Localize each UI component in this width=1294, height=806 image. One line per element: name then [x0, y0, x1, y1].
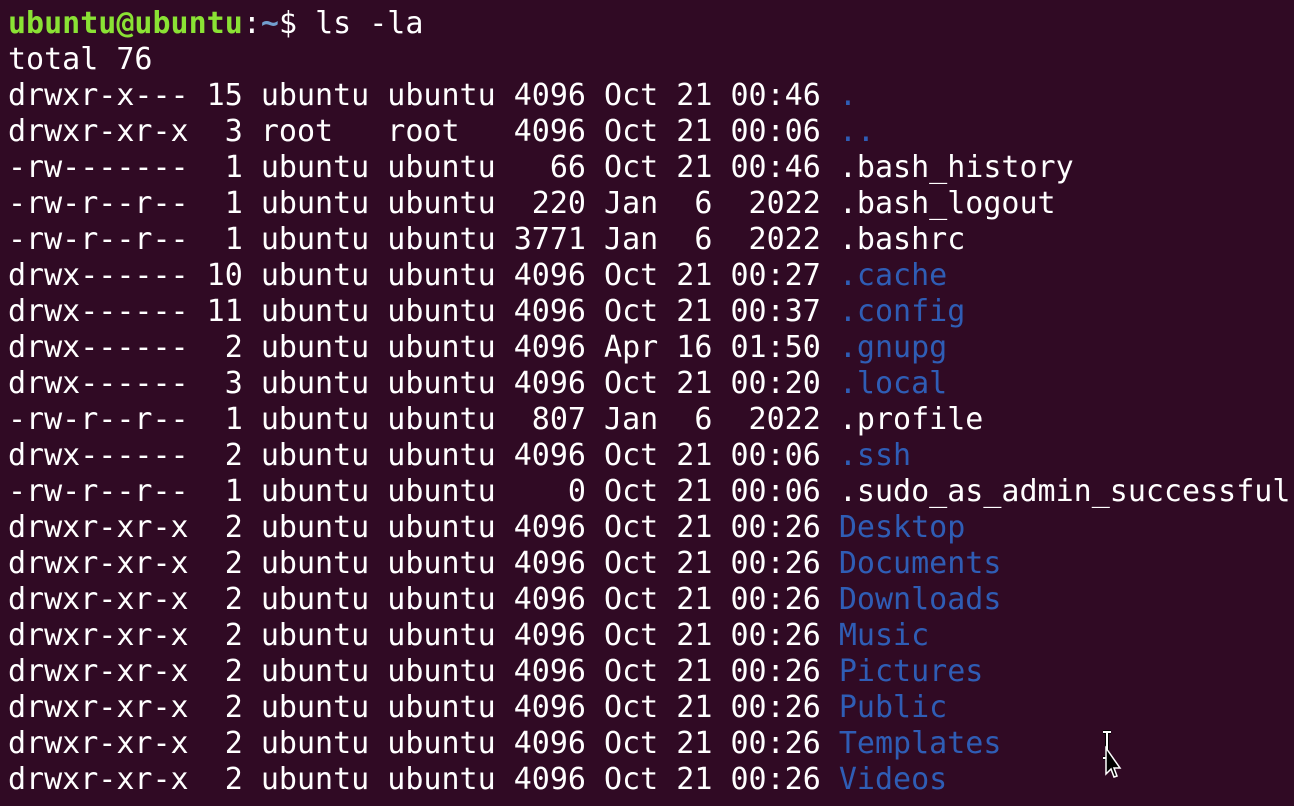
terminal-output: ubuntu@ubuntu: ~ $ ls -la total 76 drwxr-x… — [8, 6, 1294, 798]
prompt-line: ubuntu@ubuntu: ~ $ ls -la — [8, 6, 1294, 42]
listing-row: drwxr-xr-x 2 ubuntu ubuntu 4096 Oct 21 0… — [8, 510, 1294, 546]
directory-name: . — [838, 78, 857, 113]
entry-meta: drwxr-x--- 15 ubuntu ubuntu 4096 Oct 21 … — [8, 78, 839, 113]
entry-meta: drwx------ 10 ubuntu ubuntu 4096 Oct 21 … — [8, 258, 839, 293]
entry-meta: drwxr-xr-x 2 ubuntu ubuntu 4096 Oct 21 0… — [8, 582, 839, 617]
directory-name: Music — [838, 618, 930, 653]
directory-name: Pictures — [838, 654, 984, 689]
prompt-separator: : — [242, 6, 261, 41]
directory-name: Public — [838, 690, 948, 725]
directory-name: Downloads — [838, 582, 1002, 617]
entry-meta: -rw-r--r-- 1 ubuntu ubuntu 0 Oct 21 00:0… — [8, 474, 839, 509]
file-name: .bash_logout — [838, 186, 1056, 221]
listing-row: drwxr-xr-x 2 ubuntu ubuntu 4096 Oct 21 0… — [8, 546, 1294, 582]
directory-name: .. — [838, 114, 875, 149]
directory-name: Templates — [838, 726, 1002, 761]
directory-name: Documents — [838, 546, 1002, 581]
listing-row: drwxr-xr-x 2 ubuntu ubuntu 4096 Oct 21 0… — [8, 618, 1294, 654]
entry-meta: drwx------ 2 ubuntu ubuntu 4096 Apr 16 0… — [8, 330, 839, 365]
directory-name: .config — [838, 294, 966, 329]
listing-row: drwx------ 2 ubuntu ubuntu 4096 Oct 21 0… — [8, 438, 1294, 474]
prompt-path: ~ — [260, 6, 279, 41]
entry-meta: drwxr-xr-x 2 ubuntu ubuntu 4096 Oct 21 0… — [8, 510, 839, 545]
listing-row: drwxr-xr-x 2 ubuntu ubuntu 4096 Oct 21 0… — [8, 654, 1294, 690]
total-text: total 76 — [8, 42, 153, 77]
entry-meta: drwx------ 3 ubuntu ubuntu 4096 Oct 21 0… — [8, 366, 839, 401]
listing-row: drwxr-xr-x 2 ubuntu ubuntu 4096 Oct 21 0… — [8, 690, 1294, 726]
listing-row: drwx------ 11 ubuntu ubuntu 4096 Oct 21 … — [8, 294, 1294, 330]
file-name: .bash_history — [838, 150, 1074, 185]
directory-name: .ssh — [838, 438, 912, 473]
entry-meta: drwxr-xr-x 3 root root 4096 Oct 21 00:06 — [8, 114, 839, 149]
file-name: .bashrc — [838, 222, 966, 257]
i-beam-arrow-cursor-icon — [1100, 730, 1122, 784]
prompt-user-host: ubuntu@ubuntu — [8, 6, 243, 41]
entry-meta: drwxr-xr-x 2 ubuntu ubuntu 4096 Oct 21 0… — [8, 546, 839, 581]
listing-row: drwxr-x--- 15 ubuntu ubuntu 4096 Oct 21 … — [8, 78, 1294, 114]
directory-name: .cache — [838, 258, 948, 293]
entry-meta: -rw-r--r-- 1 ubuntu ubuntu 220 Jan 6 202… — [8, 186, 839, 221]
listing: drwxr-x--- 15 ubuntu ubuntu 4096 Oct 21 … — [8, 78, 1294, 798]
directory-name: .local — [838, 366, 948, 401]
listing-row: -rw-r--r-- 1 ubuntu ubuntu 807 Jan 6 202… — [8, 402, 1294, 438]
listing-row: drwx------ 2 ubuntu ubuntu 4096 Apr 16 0… — [8, 330, 1294, 366]
entry-meta: drwx------ 2 ubuntu ubuntu 4096 Oct 21 0… — [8, 438, 839, 473]
total-line: total 76 — [8, 42, 1294, 78]
entry-meta: drwxr-xr-x 2 ubuntu ubuntu 4096 Oct 21 0… — [8, 654, 839, 689]
prompt-command: ls -la — [315, 6, 424, 41]
directory-name: Videos — [838, 762, 948, 797]
entry-meta: drwxr-xr-x 2 ubuntu ubuntu 4096 Oct 21 0… — [8, 726, 839, 761]
entry-meta: -rw------- 1 ubuntu ubuntu 66 Oct 21 00:… — [8, 150, 839, 185]
listing-row: -rw-r--r-- 1 ubuntu ubuntu 3771 Jan 6 20… — [8, 222, 1294, 258]
entry-meta: drwx------ 11 ubuntu ubuntu 4096 Oct 21 … — [8, 294, 839, 329]
listing-row: drwxr-xr-x 2 ubuntu ubuntu 4096 Oct 21 0… — [8, 582, 1294, 618]
listing-row: -rw-r--r-- 1 ubuntu ubuntu 220 Jan 6 202… — [8, 186, 1294, 222]
listing-row: -rw-r--r-- 1 ubuntu ubuntu 0 Oct 21 00:0… — [8, 474, 1294, 510]
directory-name: Desktop — [838, 510, 966, 545]
listing-row: -rw------- 1 ubuntu ubuntu 66 Oct 21 00:… — [8, 150, 1294, 186]
entry-meta: -rw-r--r-- 1 ubuntu ubuntu 3771 Jan 6 20… — [8, 222, 839, 257]
directory-name: .gnupg — [838, 330, 948, 365]
entry-meta: drwxr-xr-x 2 ubuntu ubuntu 4096 Oct 21 0… — [8, 762, 839, 797]
file-name: .profile — [838, 402, 984, 437]
listing-row: drwx------ 3 ubuntu ubuntu 4096 Oct 21 0… — [8, 366, 1294, 402]
listing-row: drwx------ 10 ubuntu ubuntu 4096 Oct 21 … — [8, 258, 1294, 294]
entry-meta: -rw-r--r-- 1 ubuntu ubuntu 807 Jan 6 202… — [8, 402, 839, 437]
file-name: .sudo_as_admin_successful — [838, 474, 1291, 509]
listing-row: drwxr-xr-x 3 root root 4096 Oct 21 00:06… — [8, 114, 1294, 150]
terminal-window[interactable]: ubuntu@ubuntu: ~ $ ls -la total 76 drwxr-x… — [0, 0, 1294, 806]
entry-meta: drwxr-xr-x 2 ubuntu ubuntu 4096 Oct 21 0… — [8, 690, 839, 725]
entry-meta: drwxr-xr-x 2 ubuntu ubuntu 4096 Oct 21 0… — [8, 618, 839, 653]
prompt-dollar: $ — [278, 6, 316, 41]
